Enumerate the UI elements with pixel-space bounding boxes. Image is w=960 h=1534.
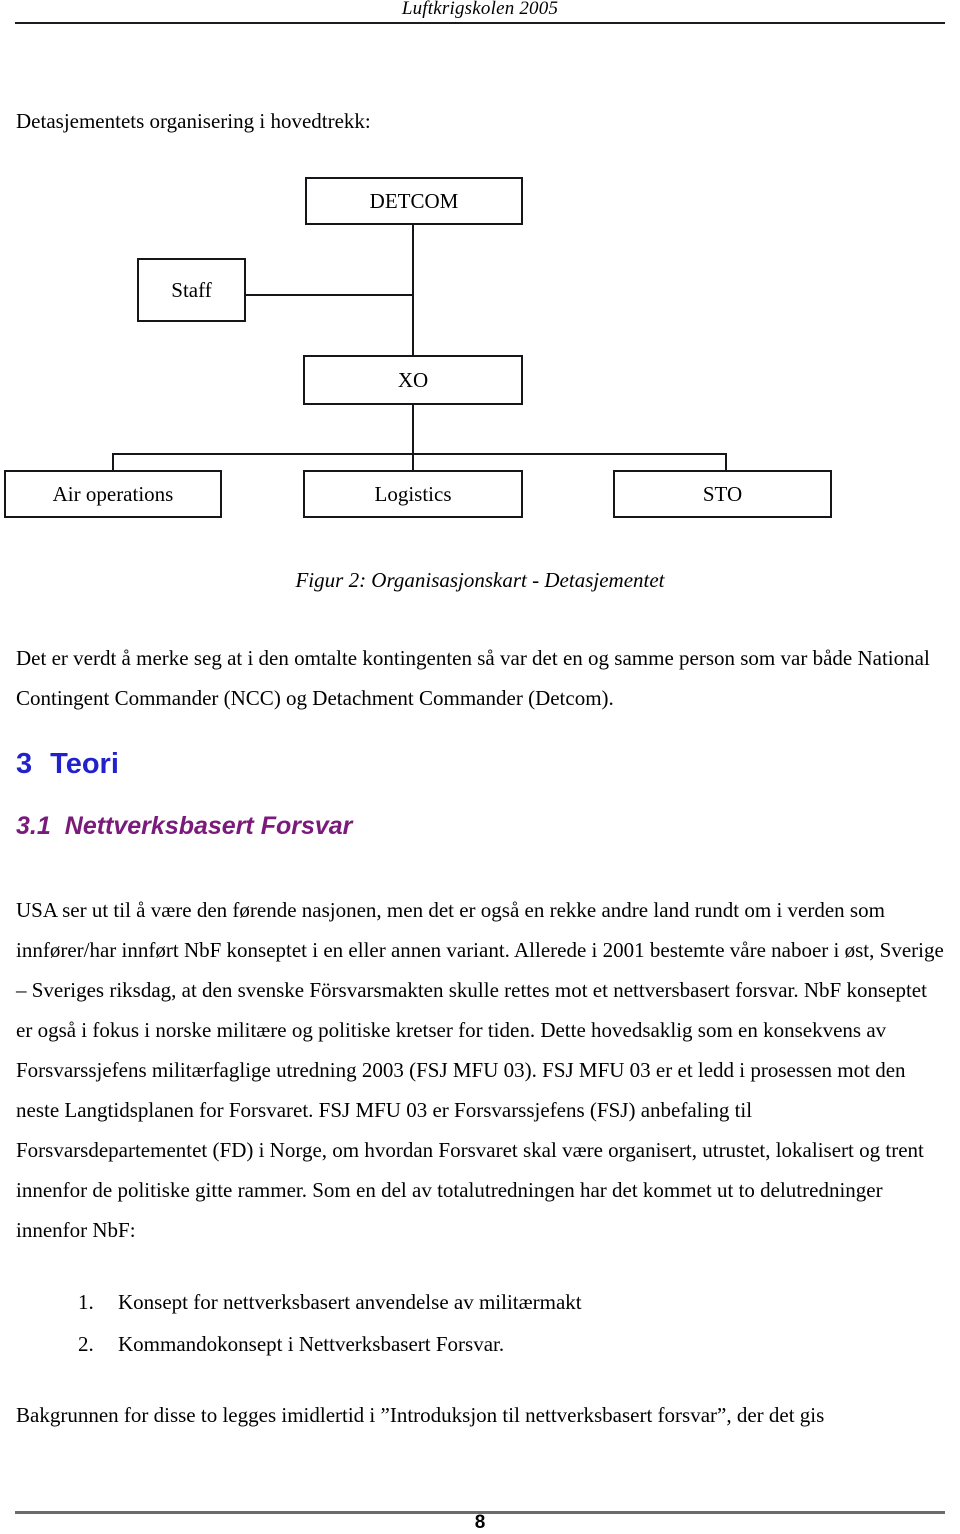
organisation-chart: DETCOM Staff XO Air operations Logistics… bbox=[0, 160, 960, 560]
heading-section-3-1: 3.1 Nettverksbasert Forsvar bbox=[16, 812, 352, 841]
page-number: 8 bbox=[474, 1512, 486, 1533]
connector-detcom-to-xo bbox=[412, 223, 414, 357]
connector-xo-to-siblings bbox=[412, 403, 414, 472]
heading-section-3-1-title: Nettverksbasert Forsvar bbox=[64, 812, 353, 840]
numbered-list: 1. Konsept for nettverksbasert anvendels… bbox=[78, 1290, 938, 1374]
connector-sibling-bar bbox=[112, 453, 727, 455]
org-box-staff-label: Staff bbox=[171, 277, 212, 302]
list-item-label: Konsept for nettverksbasert anvendelse a… bbox=[118, 1290, 582, 1314]
org-box-xo: XO bbox=[303, 355, 523, 405]
org-box-air-operations: Air operations bbox=[4, 470, 222, 518]
org-box-staff: Staff bbox=[137, 258, 246, 322]
org-box-logistics: Logistics bbox=[303, 470, 523, 518]
org-box-detcom: DETCOM bbox=[305, 177, 523, 225]
heading-section-3-title: Teori bbox=[50, 748, 119, 780]
heading-section-3: 3 Teori bbox=[16, 748, 119, 781]
org-box-air-operations-label: Air operations bbox=[52, 481, 174, 506]
paragraph-intro: Det er verdt å merke seg at i den omtalt… bbox=[16, 646, 930, 710]
paragraph-closing: Bakgrunnen for disse to legges imidlerti… bbox=[16, 1403, 825, 1427]
list-item-marker: 1. bbox=[78, 1290, 94, 1314]
org-box-detcom-label: DETCOM bbox=[369, 188, 459, 213]
org-box-sto: STO bbox=[613, 470, 832, 518]
connector-staff-to-trunk bbox=[246, 294, 414, 296]
heading-section-3-number: 3 bbox=[16, 748, 33, 780]
org-box-xo-label: XO bbox=[397, 367, 429, 392]
org-box-sto-label: STO bbox=[702, 481, 743, 506]
header-divider-rule bbox=[15, 22, 945, 24]
paragraph-usa-nbf: USA ser ut til å være den førende nasjon… bbox=[16, 898, 944, 1242]
org-box-logistics-label: Logistics bbox=[374, 481, 452, 506]
intro-line: Detasjementets organisering i hovedtrekk… bbox=[16, 109, 371, 133]
list-item-marker: 2. bbox=[78, 1332, 94, 1356]
list-item-label: Kommandokonsept i Nettverksbasert Forsva… bbox=[118, 1332, 505, 1356]
heading-section-3-1-number: 3.1 bbox=[16, 812, 51, 840]
list-item: 1. Konsept for nettverksbasert anvendels… bbox=[78, 1290, 938, 1332]
list-item: 2. Kommandokonsept i Nettverksbasert For… bbox=[78, 1332, 938, 1374]
running-header-title: Luftkrigskolen 2005 bbox=[401, 0, 559, 19]
figure-caption: Figur 2: Organisasjonskart - Detasjement… bbox=[295, 568, 665, 592]
